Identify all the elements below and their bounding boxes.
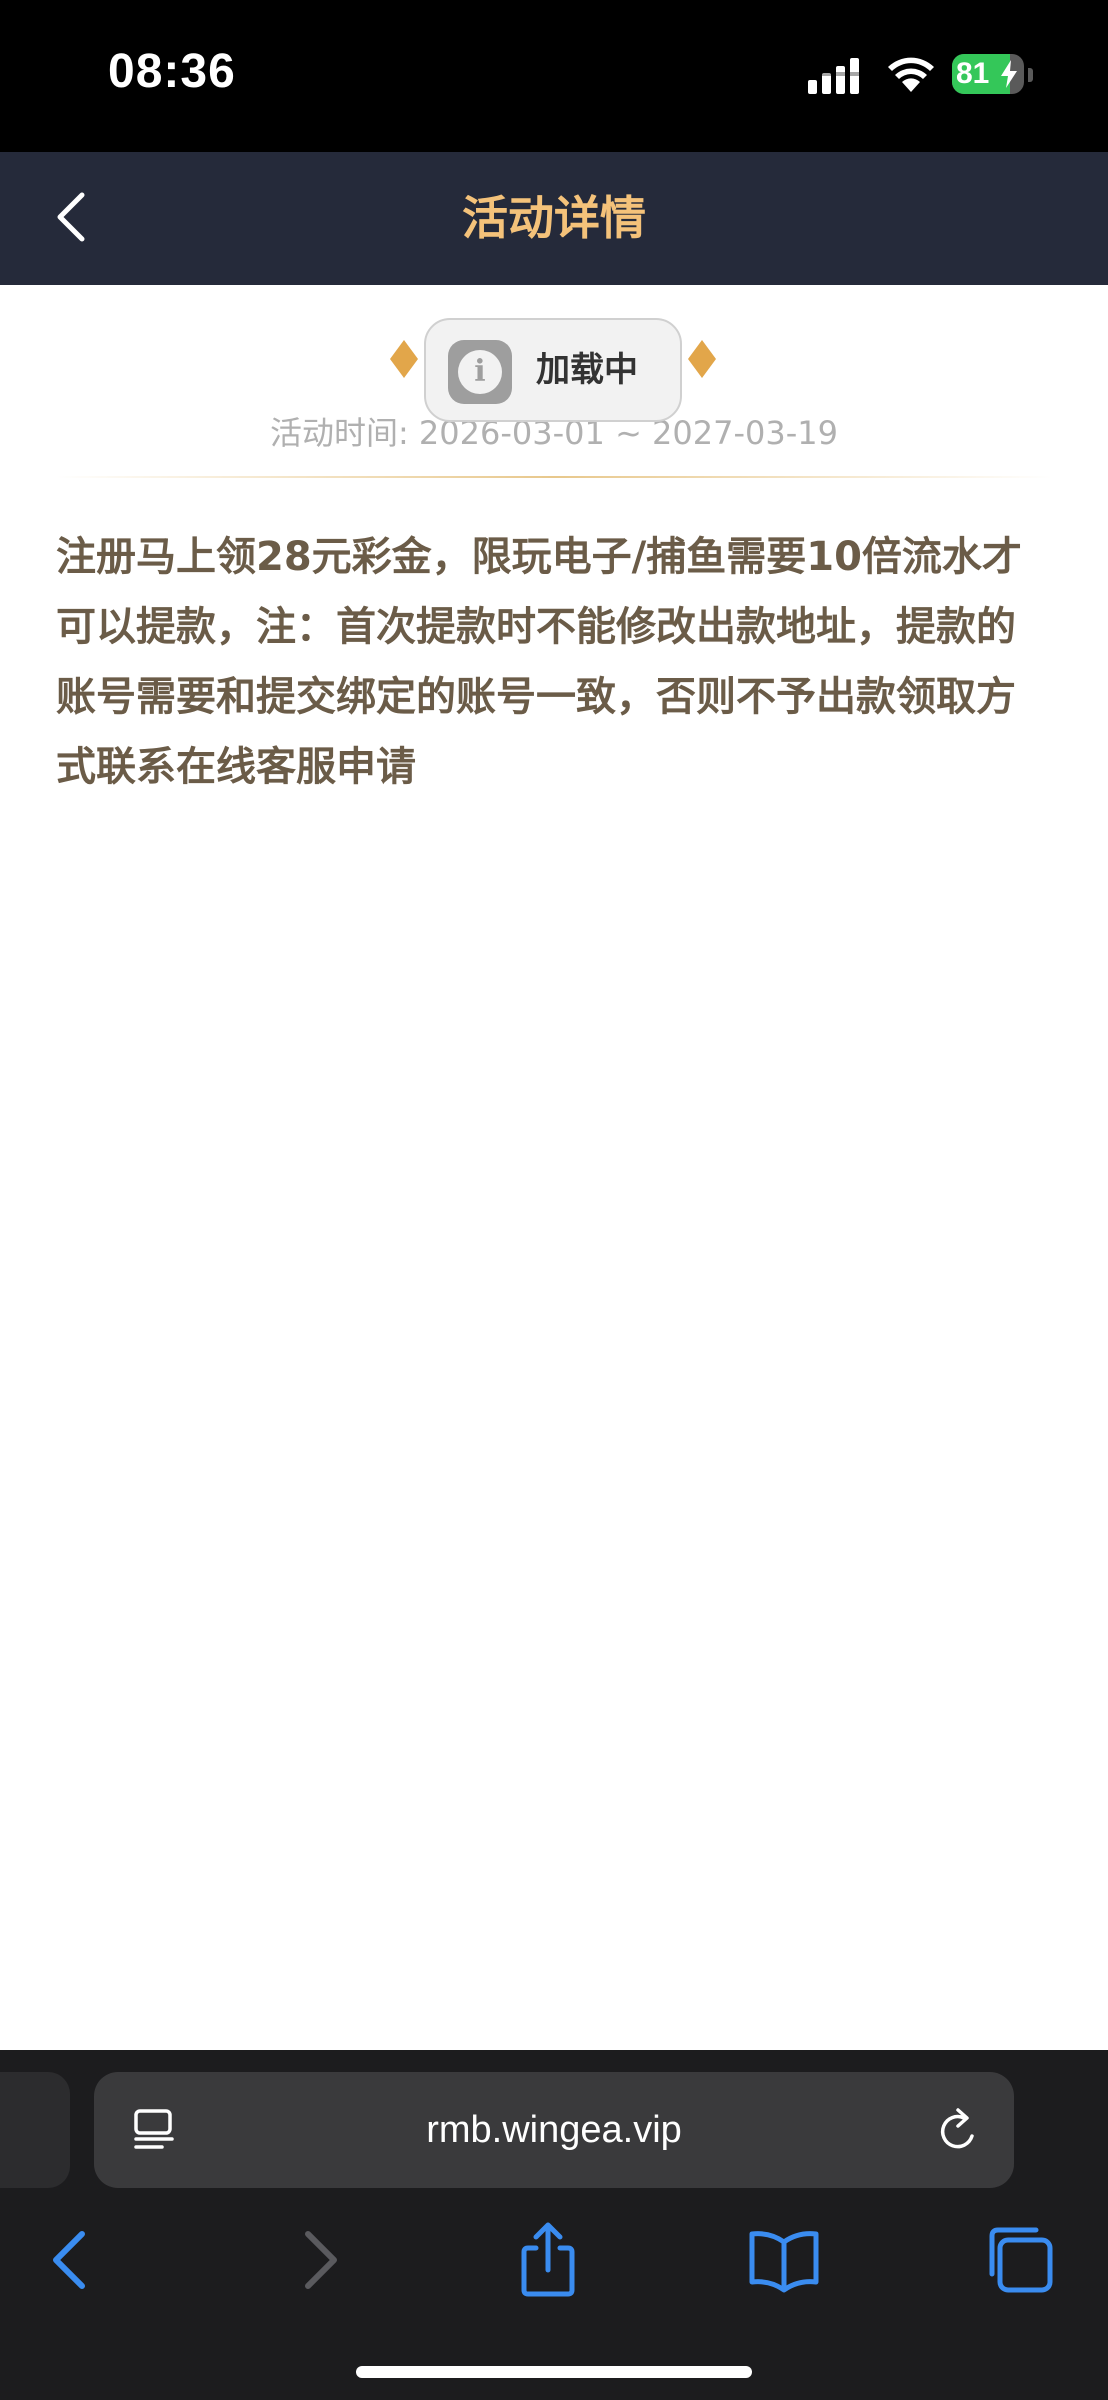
info-icon: i	[448, 340, 512, 404]
browser-toolbar: rmb.wingea.vip	[0, 2050, 1108, 2400]
reader-icon[interactable]	[132, 2108, 176, 2152]
signal-icon	[808, 58, 859, 94]
app-header: 活动详情	[0, 152, 1108, 285]
diamond-right-icon	[688, 340, 716, 378]
previous-tab-preview[interactable]	[0, 2072, 70, 2188]
forward-arrow-icon[interactable]	[276, 2220, 356, 2300]
tabs-icon[interactable]	[980, 2220, 1060, 2300]
status-time: 08:36	[108, 45, 236, 98]
divider	[56, 476, 1052, 478]
reload-icon[interactable]	[936, 2106, 982, 2154]
bookmarks-icon[interactable]	[744, 2220, 824, 2300]
back-button[interactable]	[36, 182, 106, 252]
page-title: 活动详情	[462, 191, 646, 245]
wifi-icon	[888, 57, 934, 92]
url-text: rmb.wingea.vip	[426, 2109, 682, 2151]
address-bar[interactable]: rmb.wingea.vip	[94, 2072, 1014, 2188]
battery-icon: 81	[952, 54, 1033, 94]
charging-bolt-icon	[1001, 60, 1017, 88]
home-indicator[interactable]	[356, 2366, 752, 2378]
loading-text: 加载中	[536, 350, 638, 390]
chevron-left-icon	[57, 192, 85, 242]
back-arrow-icon[interactable]	[34, 2220, 114, 2300]
share-icon[interactable]	[508, 2220, 588, 2300]
activity-description: 注册马上领28元彩金，限玩电子/捕鱼需要10倍流水才可以提款，注：首次提款时不能…	[56, 534, 1022, 790]
diamond-left-icon	[390, 340, 418, 378]
loading-toast: i 加载中	[424, 318, 682, 422]
status-bar: 08:36 81	[0, 0, 1108, 152]
